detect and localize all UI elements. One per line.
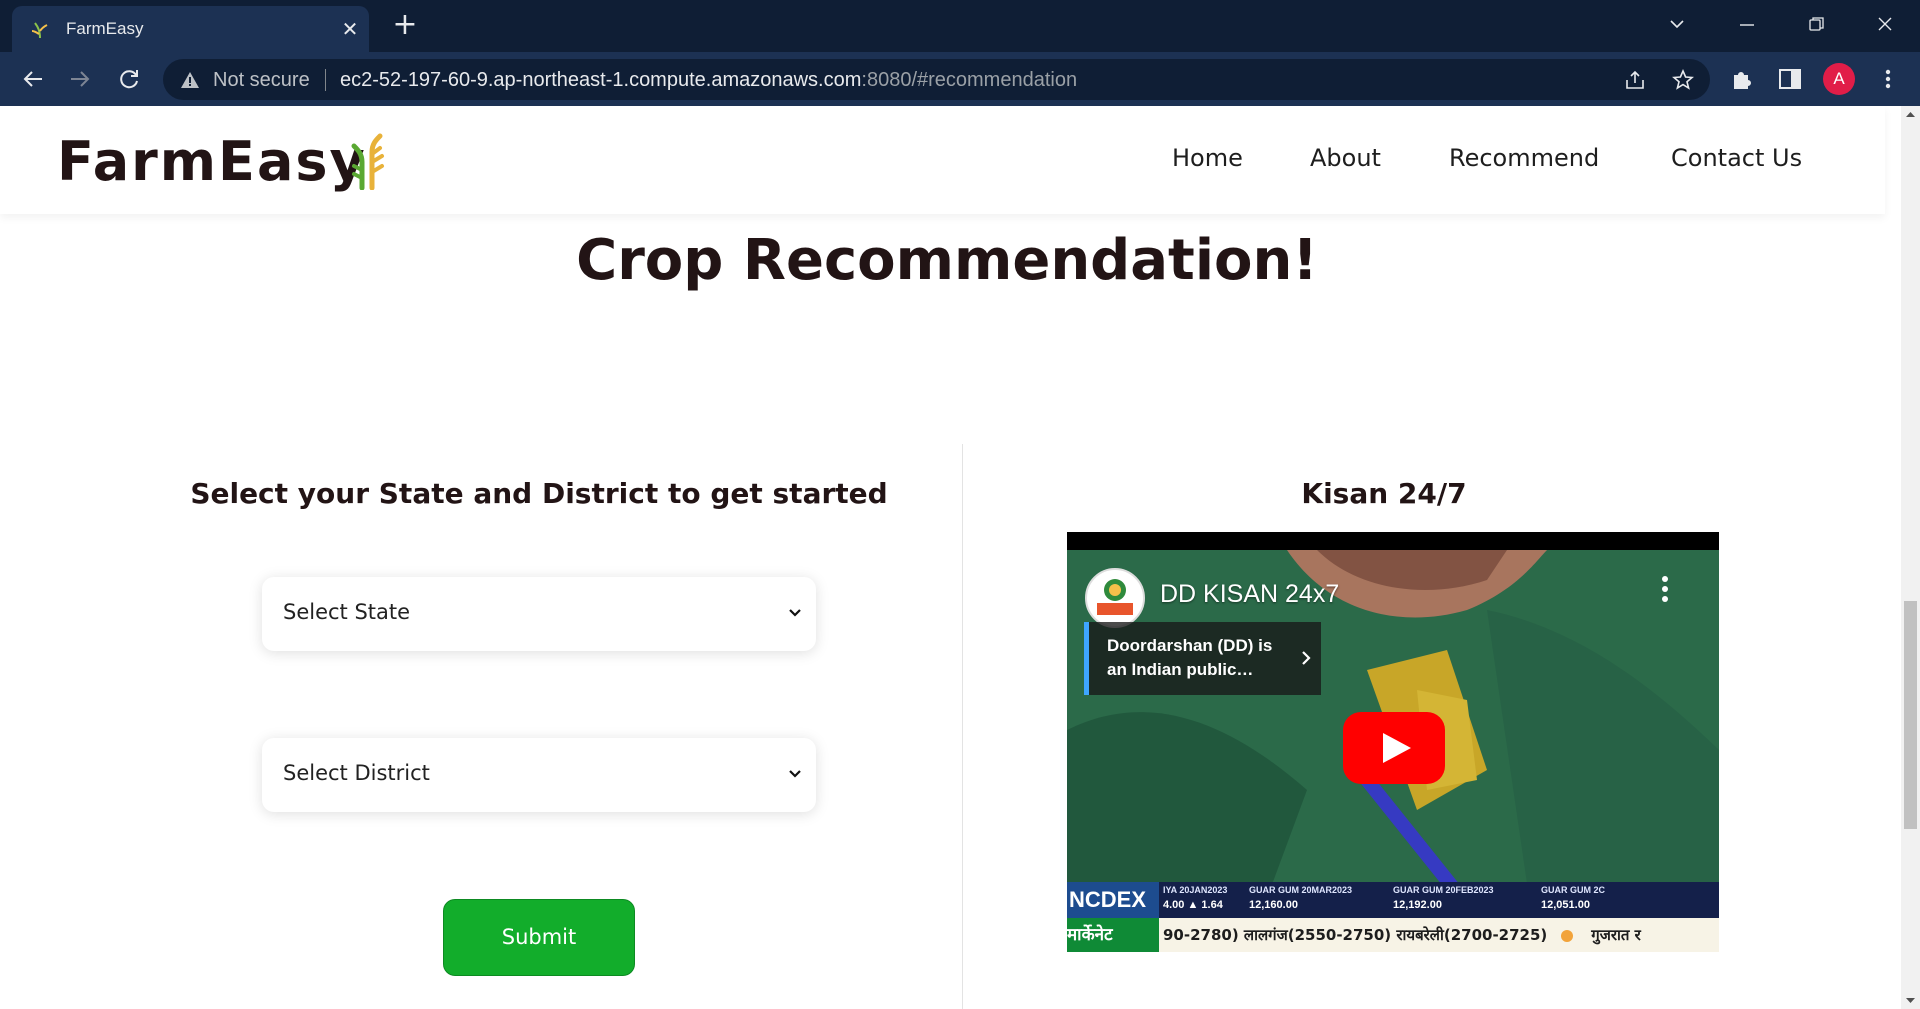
state-select[interactable]: Select State <box>262 577 816 651</box>
restore-icon[interactable] <box>1799 10 1833 40</box>
district-select-value: Select District <box>283 761 430 785</box>
page-viewport: FarmEasy Home About Recommend Contact Us… <box>0 106 1901 1009</box>
brand-logo-text[interactable]: FarmEasy <box>57 130 367 193</box>
ticker-cell-value: 12,051.00 <box>1541 899 1590 911</box>
tab-search-chevron-icon[interactable] <box>1660 10 1694 40</box>
ticker-cell-name: IYA 20JAN2023 <box>1163 885 1228 895</box>
site-header: FarmEasy Home About Recommend Contact Us <box>0 106 1885 214</box>
nav-contact-us[interactable]: Contact Us <box>1671 144 1802 172</box>
bookmark-star-icon[interactable] <box>1671 68 1695 92</box>
ticker-separator-dot <box>1561 929 1574 942</box>
chevron-down-icon <box>789 609 801 617</box>
forward-arrow-icon[interactable] <box>65 64 95 94</box>
tab-close-icon[interactable]: ✕ <box>338 17 362 41</box>
extensions-puzzle-icon[interactable] <box>1728 65 1756 93</box>
dd-kisan-logo-icon <box>1089 572 1141 624</box>
info-card-text: Doordarshan (DD) is an Indian public… <box>1107 636 1273 679</box>
channel-name[interactable]: DD KISAN 24x7 <box>1160 580 1339 609</box>
ticker-brand: NCDEX <box>1067 882 1159 918</box>
back-arrow-icon[interactable] <box>18 64 48 94</box>
form-heading: Select your State and District to get st… <box>190 477 888 510</box>
youtube-play-icon[interactable] <box>1343 712 1445 784</box>
nav-about[interactable]: About <box>1310 144 1381 172</box>
ticker-text: 90-2780) लालगंज(2550-2750) रायबरेली(2700… <box>1163 926 1548 944</box>
ticker-cell-value: 12,192.00 <box>1393 899 1442 911</box>
warning-triangle-icon <box>181 72 199 88</box>
video-more-options-icon[interactable] <box>1657 572 1673 606</box>
profile-avatar[interactable]: A <box>1823 63 1855 95</box>
video-info-card[interactable]: Doordarshan (DD) is an Indian public… <box>1084 622 1321 695</box>
video-heading: Kisan 24/7 <box>1301 477 1467 510</box>
ticker-text-2: गुजरात र <box>1591 926 1641 944</box>
ticker-cell: GUAR GUM 20FEB2023 12,192.00 <box>1393 885 1494 911</box>
page-scrollbar[interactable] <box>1901 106 1920 1009</box>
side-panel-icon[interactable] <box>1776 65 1804 93</box>
scroll-down-arrow-icon[interactable] <box>1901 992 1920 1009</box>
youtube-video-embed[interactable]: DD KISAN 24x7 Doordarshan (DD) is an Ind… <box>1067 532 1719 952</box>
wheat-logo-icon <box>351 133 384 190</box>
url-path: :8080/#recommendation <box>861 69 1078 91</box>
scrollbar-thumb[interactable] <box>1904 601 1917 829</box>
column-divider <box>962 444 963 1009</box>
new-tab-button[interactable]: + <box>390 10 420 41</box>
ticker-cell-name: GUAR GUM 20MAR2023 <box>1249 885 1353 895</box>
browser-tab[interactable]: FarmEasy ✕ <box>12 6 369 52</box>
reload-icon[interactable] <box>114 64 144 94</box>
ticker-scroll-text: 90-2780) लालगंज(2550-2750) रायबरेली(2700… <box>1159 918 1719 952</box>
browser-tab-strip: FarmEasy ✕ + <box>0 0 1920 52</box>
nav-recommend[interactable]: Recommend <box>1449 144 1599 172</box>
channel-avatar[interactable] <box>1085 568 1145 628</box>
url-text[interactable]: ec2-52-197-60-9.ap-northeast-1.compute.a… <box>340 69 1077 92</box>
nav-home[interactable]: Home <box>1172 144 1243 172</box>
minimize-icon[interactable] <box>1730 10 1764 40</box>
browser-toolbar: Not secure ec2-52-197-60-9.ap-northeast-… <box>0 52 1920 106</box>
ticker-cell-value: 4.00 ▲ 1.64 <box>1163 899 1223 911</box>
ticker-cell-name: GUAR GUM 2C <box>1541 885 1606 895</box>
ticker-market-label: मार्केनेट <box>1067 918 1159 952</box>
browser-menu-icon[interactable] <box>1880 65 1896 93</box>
submit-button[interactable]: Submit <box>443 899 635 976</box>
ticker-cell-value: 12,160.00 <box>1249 899 1298 911</box>
ticker-prices: IYA 20JAN2023 4.00 ▲ 1.64 GUAR GUM 20MAR… <box>1159 882 1719 918</box>
share-icon[interactable] <box>1623 68 1647 92</box>
ticker-cell: GUAR GUM 20MAR2023 12,160.00 <box>1249 885 1352 911</box>
not-secure-label[interactable]: Not secure <box>213 69 310 92</box>
chevron-down-icon <box>789 770 801 778</box>
state-select-value: Select State <box>283 600 411 624</box>
district-select[interactable]: Select District <box>262 738 816 812</box>
url-host: ec2-52-197-60-9.ap-northeast-1.compute.a… <box>340 69 862 91</box>
wheat-favicon-icon <box>31 22 48 39</box>
tab-title: FarmEasy <box>66 19 144 38</box>
ticker-cell: GUAR GUM 2C 12,051.00 <box>1541 885 1605 911</box>
address-separator <box>325 69 326 91</box>
close-window-icon[interactable] <box>1868 10 1902 40</box>
chevron-right-icon <box>1302 651 1311 665</box>
address-bar[interactable]: Not secure ec2-52-197-60-9.ap-northeast-… <box>163 59 1710 100</box>
scroll-up-arrow-icon[interactable] <box>1901 106 1920 123</box>
market-ticker: NCDEX IYA 20JAN2023 4.00 ▲ 1.64 GUAR GUM… <box>1067 882 1719 952</box>
ticker-cell-name: GUAR GUM 20FEB2023 <box>1393 885 1494 895</box>
ticker-cell: IYA 20JAN2023 4.00 ▲ 1.64 <box>1163 885 1227 911</box>
page-title: Crop Recommendation! <box>576 228 1318 293</box>
